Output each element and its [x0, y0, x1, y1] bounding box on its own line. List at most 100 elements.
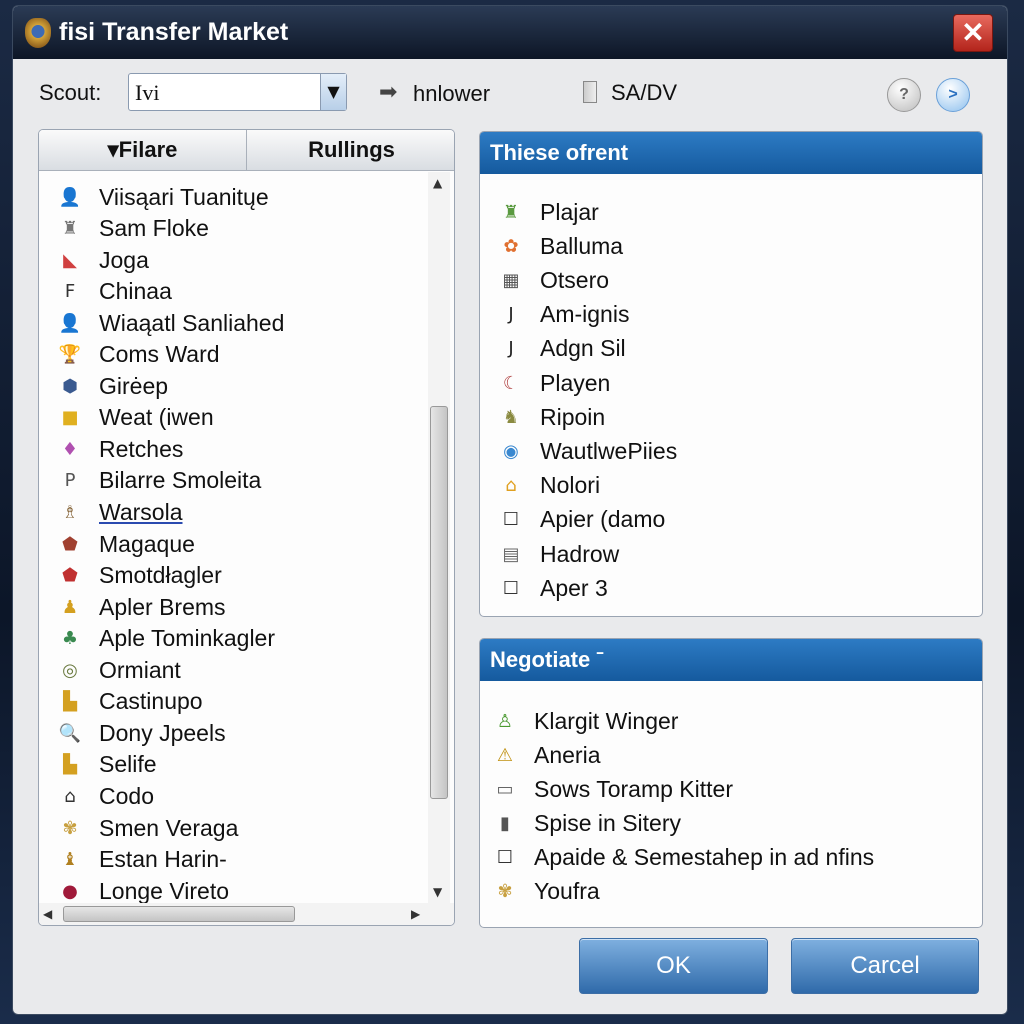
player-list-panel: ▾Filare Rullings 👤 Viisąari Tuanitųe ♜ Sam … [38, 129, 455, 926]
team-icon: ♜ [502, 201, 520, 223]
horizontal-scrollbar-thumb[interactable] [63, 906, 295, 922]
sadv-label: SA/DV [611, 80, 678, 105]
list-item-label: Apaide & Semestahep in ad nfins [534, 843, 875, 870]
list-item[interactable]: ● Longe Vireto [59, 876, 229, 906]
list-item[interactable]: 👤 Viisąari Tuanitųe [59, 182, 269, 212]
list-item-label: Selife [99, 751, 157, 778]
list-item[interactable]: ▮ Spise in Sitery [494, 808, 681, 838]
stadium-icon: ▙ [63, 691, 77, 713]
list-item-label: Castinupo [99, 688, 203, 715]
document-icon: ▮ [500, 812, 510, 834]
flask-icon: ♙ [496, 710, 514, 732]
list-item[interactable]: ♜ Plajar [500, 197, 599, 227]
list-item[interactable]: ⌂ Nolori [500, 471, 600, 501]
cancel-button[interactable]: Carcel [791, 938, 979, 994]
person-icon: 👤 [58, 312, 82, 334]
help-button[interactable]: ? [887, 78, 921, 112]
column-header-rullings[interactable]: Rullings [247, 130, 454, 171]
list-item[interactable]: ▙ Castinupo [59, 687, 203, 717]
club-crest-icon [25, 17, 51, 48]
list-item[interactable]: P Bilarre Smoleita [59, 466, 262, 496]
close-button[interactable]: ✕ [953, 14, 993, 52]
list-item-label: Aple Tominkagler [99, 625, 276, 652]
follower-link[interactable]: hnlower [413, 81, 490, 107]
list-item[interactable]: ⬟ Magaque [59, 529, 195, 559]
shield-icon: ⬟ [62, 565, 78, 587]
eagle-icon: ✾ [497, 880, 513, 902]
list-item[interactable]: 👤 Wiaąatl Sanliahed [58, 308, 285, 338]
list-item[interactable]: ☐ Apier (damo [500, 505, 665, 535]
home-icon: ⌂ [505, 475, 517, 497]
list-item[interactable]: ☐ Apaide & Semestahep in ad nfins [494, 842, 874, 872]
list-item[interactable]: ◎ Ormiant [59, 655, 181, 685]
scout-select[interactable]: Ivi ▼ [128, 73, 347, 111]
shield-icon: ⬟ [62, 533, 78, 555]
list-item-label: Aneria [534, 741, 601, 768]
scroll-up-icon[interactable]: ▲ [433, 176, 442, 190]
list-item[interactable]: ✿ Balluma [500, 231, 623, 261]
window-title: fisi Transfer Market [59, 18, 289, 46]
horizontal-scrollbar[interactable]: ◀ ▶ [39, 903, 454, 925]
boot-icon: ◣ [63, 249, 77, 271]
list-item[interactable]: ⌂ Codo [59, 781, 154, 811]
list-item[interactable]: 🏆 Coms Ward [59, 340, 220, 370]
list-item[interactable]: ♙ Klargit Winger [494, 706, 679, 736]
scroll-down-icon[interactable]: ▼ [433, 885, 442, 899]
list-item[interactable]: ♜ Sam Floke [59, 214, 209, 244]
list-item[interactable]: ♦ Retches [59, 434, 183, 464]
player-icon: ♟ [61, 596, 79, 618]
list-item[interactable]: F Chinaa [59, 277, 172, 307]
eagle-icon: ✾ [62, 817, 78, 839]
list-item[interactable]: ♣ Aple Tominkagler [59, 624, 275, 654]
list-item-label: Sam Floke [99, 215, 209, 242]
list-item[interactable]: ✾ Youfra [494, 876, 600, 906]
checkbox-icon: ☐ [496, 846, 514, 868]
trophy-icon: 🏆 [58, 344, 82, 366]
sadv-checkbox[interactable] [583, 81, 597, 103]
badge-icon: ■ [61, 407, 79, 429]
list-item-label: Ormiant [99, 656, 181, 683]
list-item[interactable]: ♞ Ripoin [500, 402, 605, 432]
list-item[interactable]: ▤ Hadrow [500, 539, 619, 569]
scrollbar-thumb[interactable] [430, 406, 448, 799]
list-item-label: Coms Ward [99, 341, 220, 368]
ok-button[interactable]: OK [579, 938, 768, 994]
list-item[interactable]: ☾ Playen [500, 368, 610, 398]
list-item[interactable]: ▦ Otsero [500, 265, 609, 295]
list-item[interactable]: 🔍 Dony Jpeels [59, 718, 226, 748]
list-item-label: Plajar [540, 198, 599, 225]
list-item[interactable]: ▭ Sows Toramp Kitter [494, 774, 733, 804]
list-item[interactable]: ◣ Joga [59, 245, 149, 275]
list-item-label: Balluma [540, 232, 624, 259]
list-item[interactable]: ☐ Aper 3 [500, 573, 608, 603]
moon-icon: ☾ [502, 372, 520, 394]
list-item-label: Retches [99, 435, 184, 462]
list-item[interactable]: ♗ Warsola [59, 498, 183, 528]
list-item[interactable]: ⚠ Aneria [494, 740, 601, 770]
grid-icon: ▦ [502, 269, 520, 291]
list-item[interactable]: ✾ Smen Veraga [59, 813, 238, 843]
stadium-icon: ▙ [63, 754, 77, 776]
list-item[interactable]: ♝ Estan Harin- [59, 845, 227, 875]
list-item[interactable]: ◉ WautlwePiies [500, 436, 677, 466]
scroll-left-icon[interactable]: ◀ [43, 907, 52, 921]
letter-icon: J [508, 304, 514, 326]
vertical-scrollbar[interactable]: ▲ ▼ [428, 172, 450, 903]
list-item[interactable]: ♟ Apler Brems [59, 592, 226, 622]
list-item[interactable]: ⬟ Smotdłagler [59, 561, 222, 591]
chevron-down-icon[interactable]: ▼ [320, 74, 346, 110]
column-header-filare[interactable]: ▾Filare [39, 130, 247, 171]
scroll-right-icon[interactable]: ▶ [411, 907, 420, 921]
list-item-label: Am-ignis [540, 301, 630, 328]
checkbox-icon: ☐ [502, 509, 520, 531]
list-item[interactable]: ■ Weat (iwen [59, 403, 213, 433]
list-item[interactable]: J Adgn Sil [500, 334, 625, 364]
list-item[interactable]: J Am-ignis [500, 300, 629, 330]
next-button[interactable]: > [936, 78, 970, 112]
list-item[interactable]: ⬢ Girėep [59, 371, 168, 401]
list-item-label: Sows Toramp Kitter [534, 775, 733, 802]
person-icon: 👤 [58, 186, 82, 208]
list-item[interactable]: ▙ Selife [59, 750, 157, 780]
negotiate-panel-title[interactable]: Negotiate ˉ [480, 639, 982, 681]
list-item-label: Youfra [534, 877, 600, 904]
